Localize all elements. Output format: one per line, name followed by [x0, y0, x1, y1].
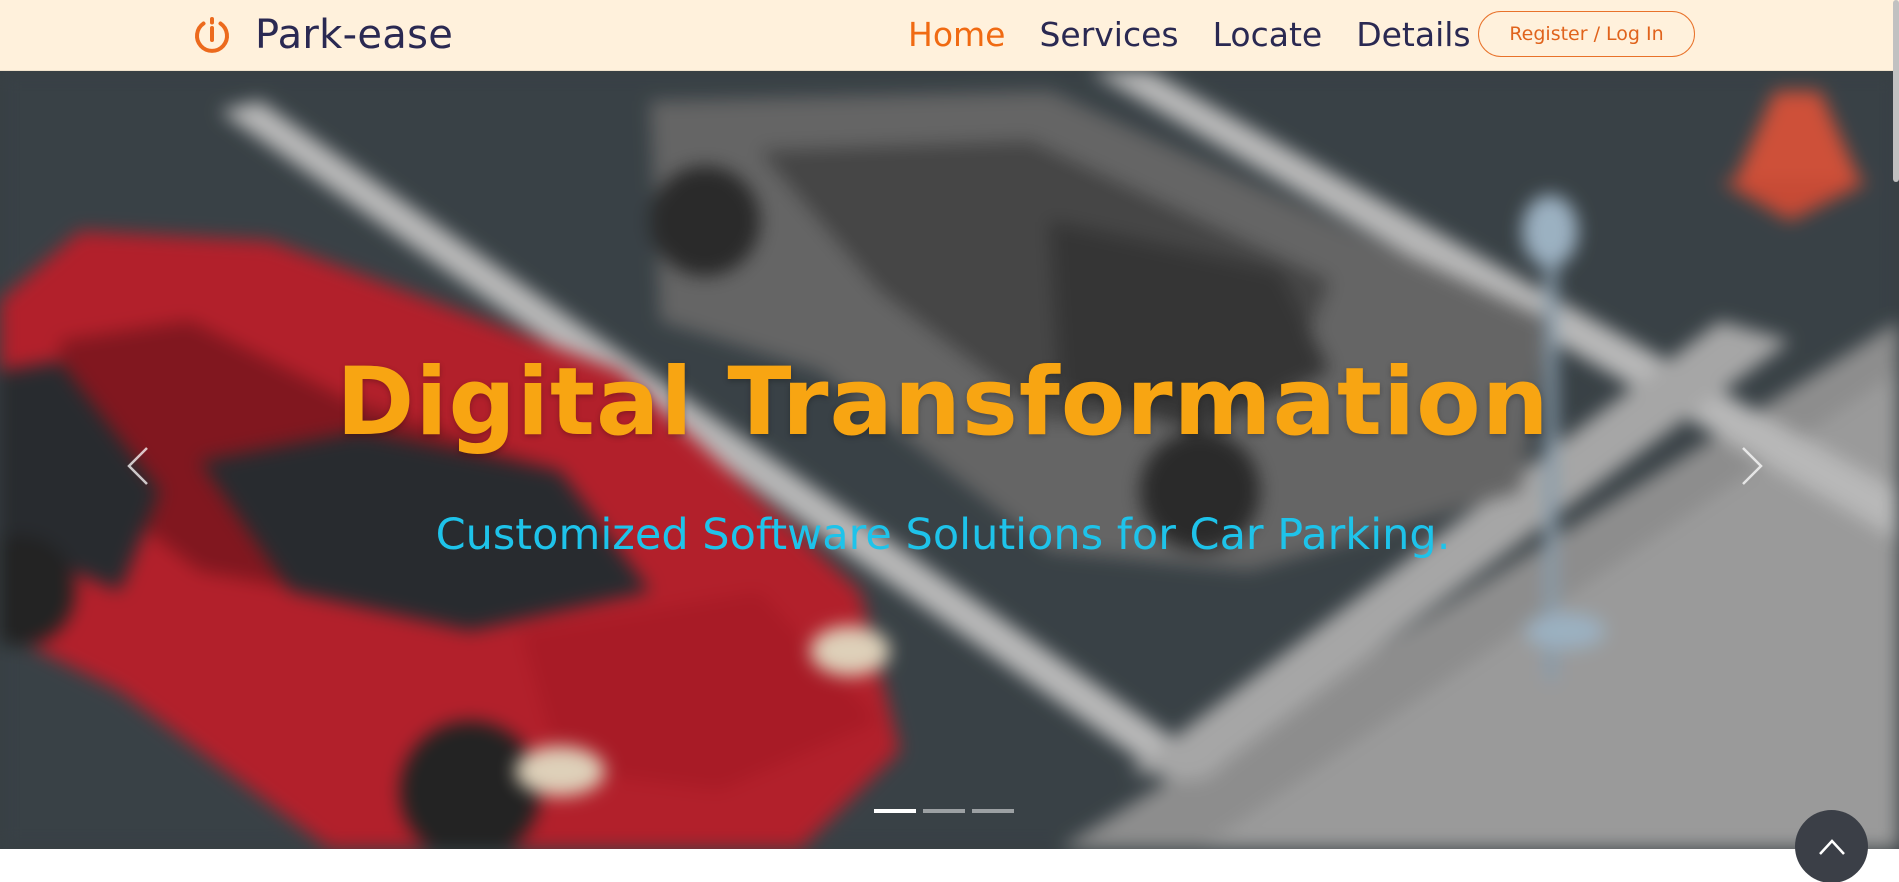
- main-nav: Home Services Locate Details: [908, 14, 1505, 56]
- navbar: Park-ease Home Services Locate Details R…: [0, 0, 1899, 71]
- hero-subtitle: Customized Software Solutions for Car Pa…: [435, 510, 1451, 560]
- chevron-left-icon: [127, 447, 148, 485]
- hero-carousel: Digital Transformation Customized Softwa…: [0, 71, 1899, 849]
- register-login-button[interactable]: Register / Log In: [1478, 11, 1695, 57]
- back-to-top-button[interactable]: [1795, 810, 1868, 882]
- nav-item-details[interactable]: Details: [1356, 14, 1470, 56]
- power-icon: [195, 17, 229, 53]
- carousel-indicator-2[interactable]: [923, 809, 965, 813]
- brand-link[interactable]: Park-ease: [191, 12, 453, 58]
- carousel-prev-button[interactable]: [108, 426, 168, 506]
- chevron-up-icon: [1818, 838, 1845, 855]
- carousel-indicators: [874, 809, 1021, 813]
- hero-overlay: [0, 71, 1899, 849]
- brand-name: Park-ease: [255, 12, 454, 58]
- carousel-next-button[interactable]: [1722, 426, 1782, 506]
- page-scrollbar[interactable]: [1893, 0, 1899, 182]
- carousel-indicator-3[interactable]: [972, 809, 1014, 813]
- nav-item-home[interactable]: Home: [908, 14, 1005, 56]
- hero-title: Digital Transformation: [336, 348, 1550, 457]
- chevron-right-icon: [1742, 447, 1763, 485]
- nav-item-services[interactable]: Services: [1039, 14, 1178, 56]
- nav-item-locate[interactable]: Locate: [1213, 14, 1323, 56]
- carousel-indicator-1[interactable]: [874, 809, 916, 813]
